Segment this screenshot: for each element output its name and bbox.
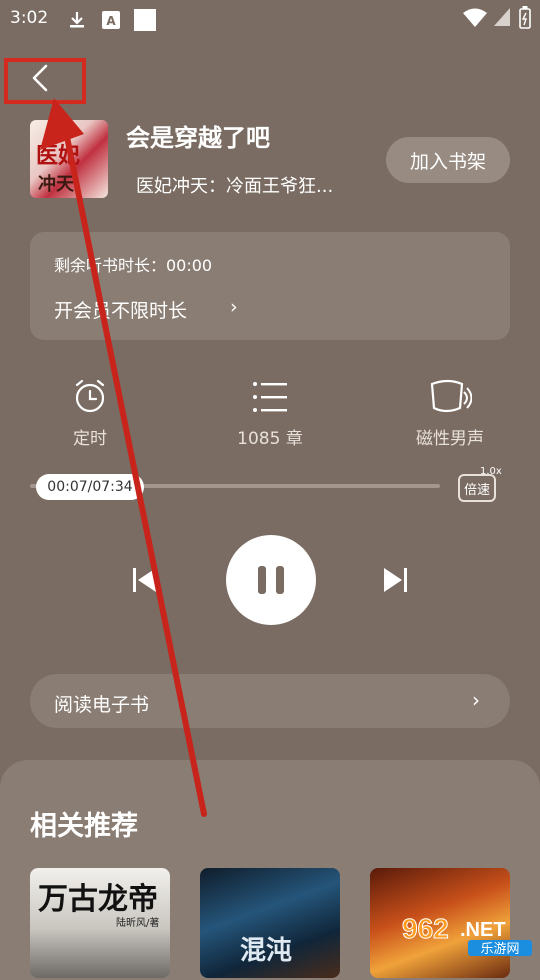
notification-square-icon	[134, 9, 156, 31]
add-to-shelf-button[interactable]: 加入书架	[386, 137, 510, 183]
signal-icon	[494, 8, 510, 26]
svg-text:A: A	[106, 14, 116, 28]
speed-value: 1.0x	[480, 466, 502, 477]
chevron-right-icon: ›	[472, 688, 480, 712]
rec-cover-author: 陆昕风/著	[116, 918, 160, 929]
cover-text-1: 医妃	[36, 144, 81, 169]
book-cover[interactable]: 医妃 冲天	[30, 120, 108, 198]
remaining-time-label: 剩余听书时长：00:00	[54, 256, 213, 275]
svg-text:乐游网: 乐游网	[480, 942, 519, 956]
rec-cover-title: 混沌	[240, 936, 293, 966]
alarm-clock-icon[interactable]	[72, 378, 108, 414]
pause-icon	[258, 566, 284, 594]
timer-label: 定时	[73, 429, 107, 449]
book-title: 会是穿越了吧	[126, 124, 270, 152]
download-icon	[70, 12, 84, 28]
chapter-list-icon[interactable]	[252, 380, 288, 414]
next-icon[interactable]	[380, 564, 410, 596]
recommendation-card[interactable]: 万古龙帝 陆昕风/著	[30, 868, 170, 978]
speed-button[interactable]: 倍速	[458, 474, 496, 502]
recommendation-card[interactable]: 混沌	[200, 868, 340, 978]
listening-time-card[interactable]	[30, 232, 510, 340]
voice-label: 磁性男声	[416, 429, 484, 449]
recommendations-title: 相关推荐	[30, 811, 138, 842]
status-time: 3:02	[10, 8, 49, 28]
chapters-label: 1085 章	[237, 429, 303, 449]
chevron-right-icon: ›	[230, 296, 238, 318]
previous-icon[interactable]	[130, 564, 160, 596]
voice-icon[interactable]	[428, 378, 472, 416]
progress-thumb-time[interactable]: 00:07/07:34	[36, 474, 144, 500]
svg-text:.NET: .NET	[460, 919, 506, 941]
read-ebook-label: 阅读电子书	[54, 694, 150, 716]
cover-text-2: 冲天	[38, 174, 74, 195]
svg-text:962: 962	[402, 913, 449, 944]
site-watermark-logo: 962 .NET 乐游网	[402, 913, 532, 956]
pause-button[interactable]	[226, 535, 316, 625]
annotation-highlight-box	[4, 58, 86, 104]
battery-icon	[519, 6, 531, 29]
vip-unlimited-link[interactable]: 开会员不限时长	[54, 296, 187, 323]
font-icon: A	[102, 11, 120, 29]
book-subtitle: 医妃冲天：冷面王爷狂...	[136, 176, 334, 197]
wifi-icon	[463, 8, 487, 27]
rec-cover-title: 万古龙帝	[38, 882, 158, 917]
